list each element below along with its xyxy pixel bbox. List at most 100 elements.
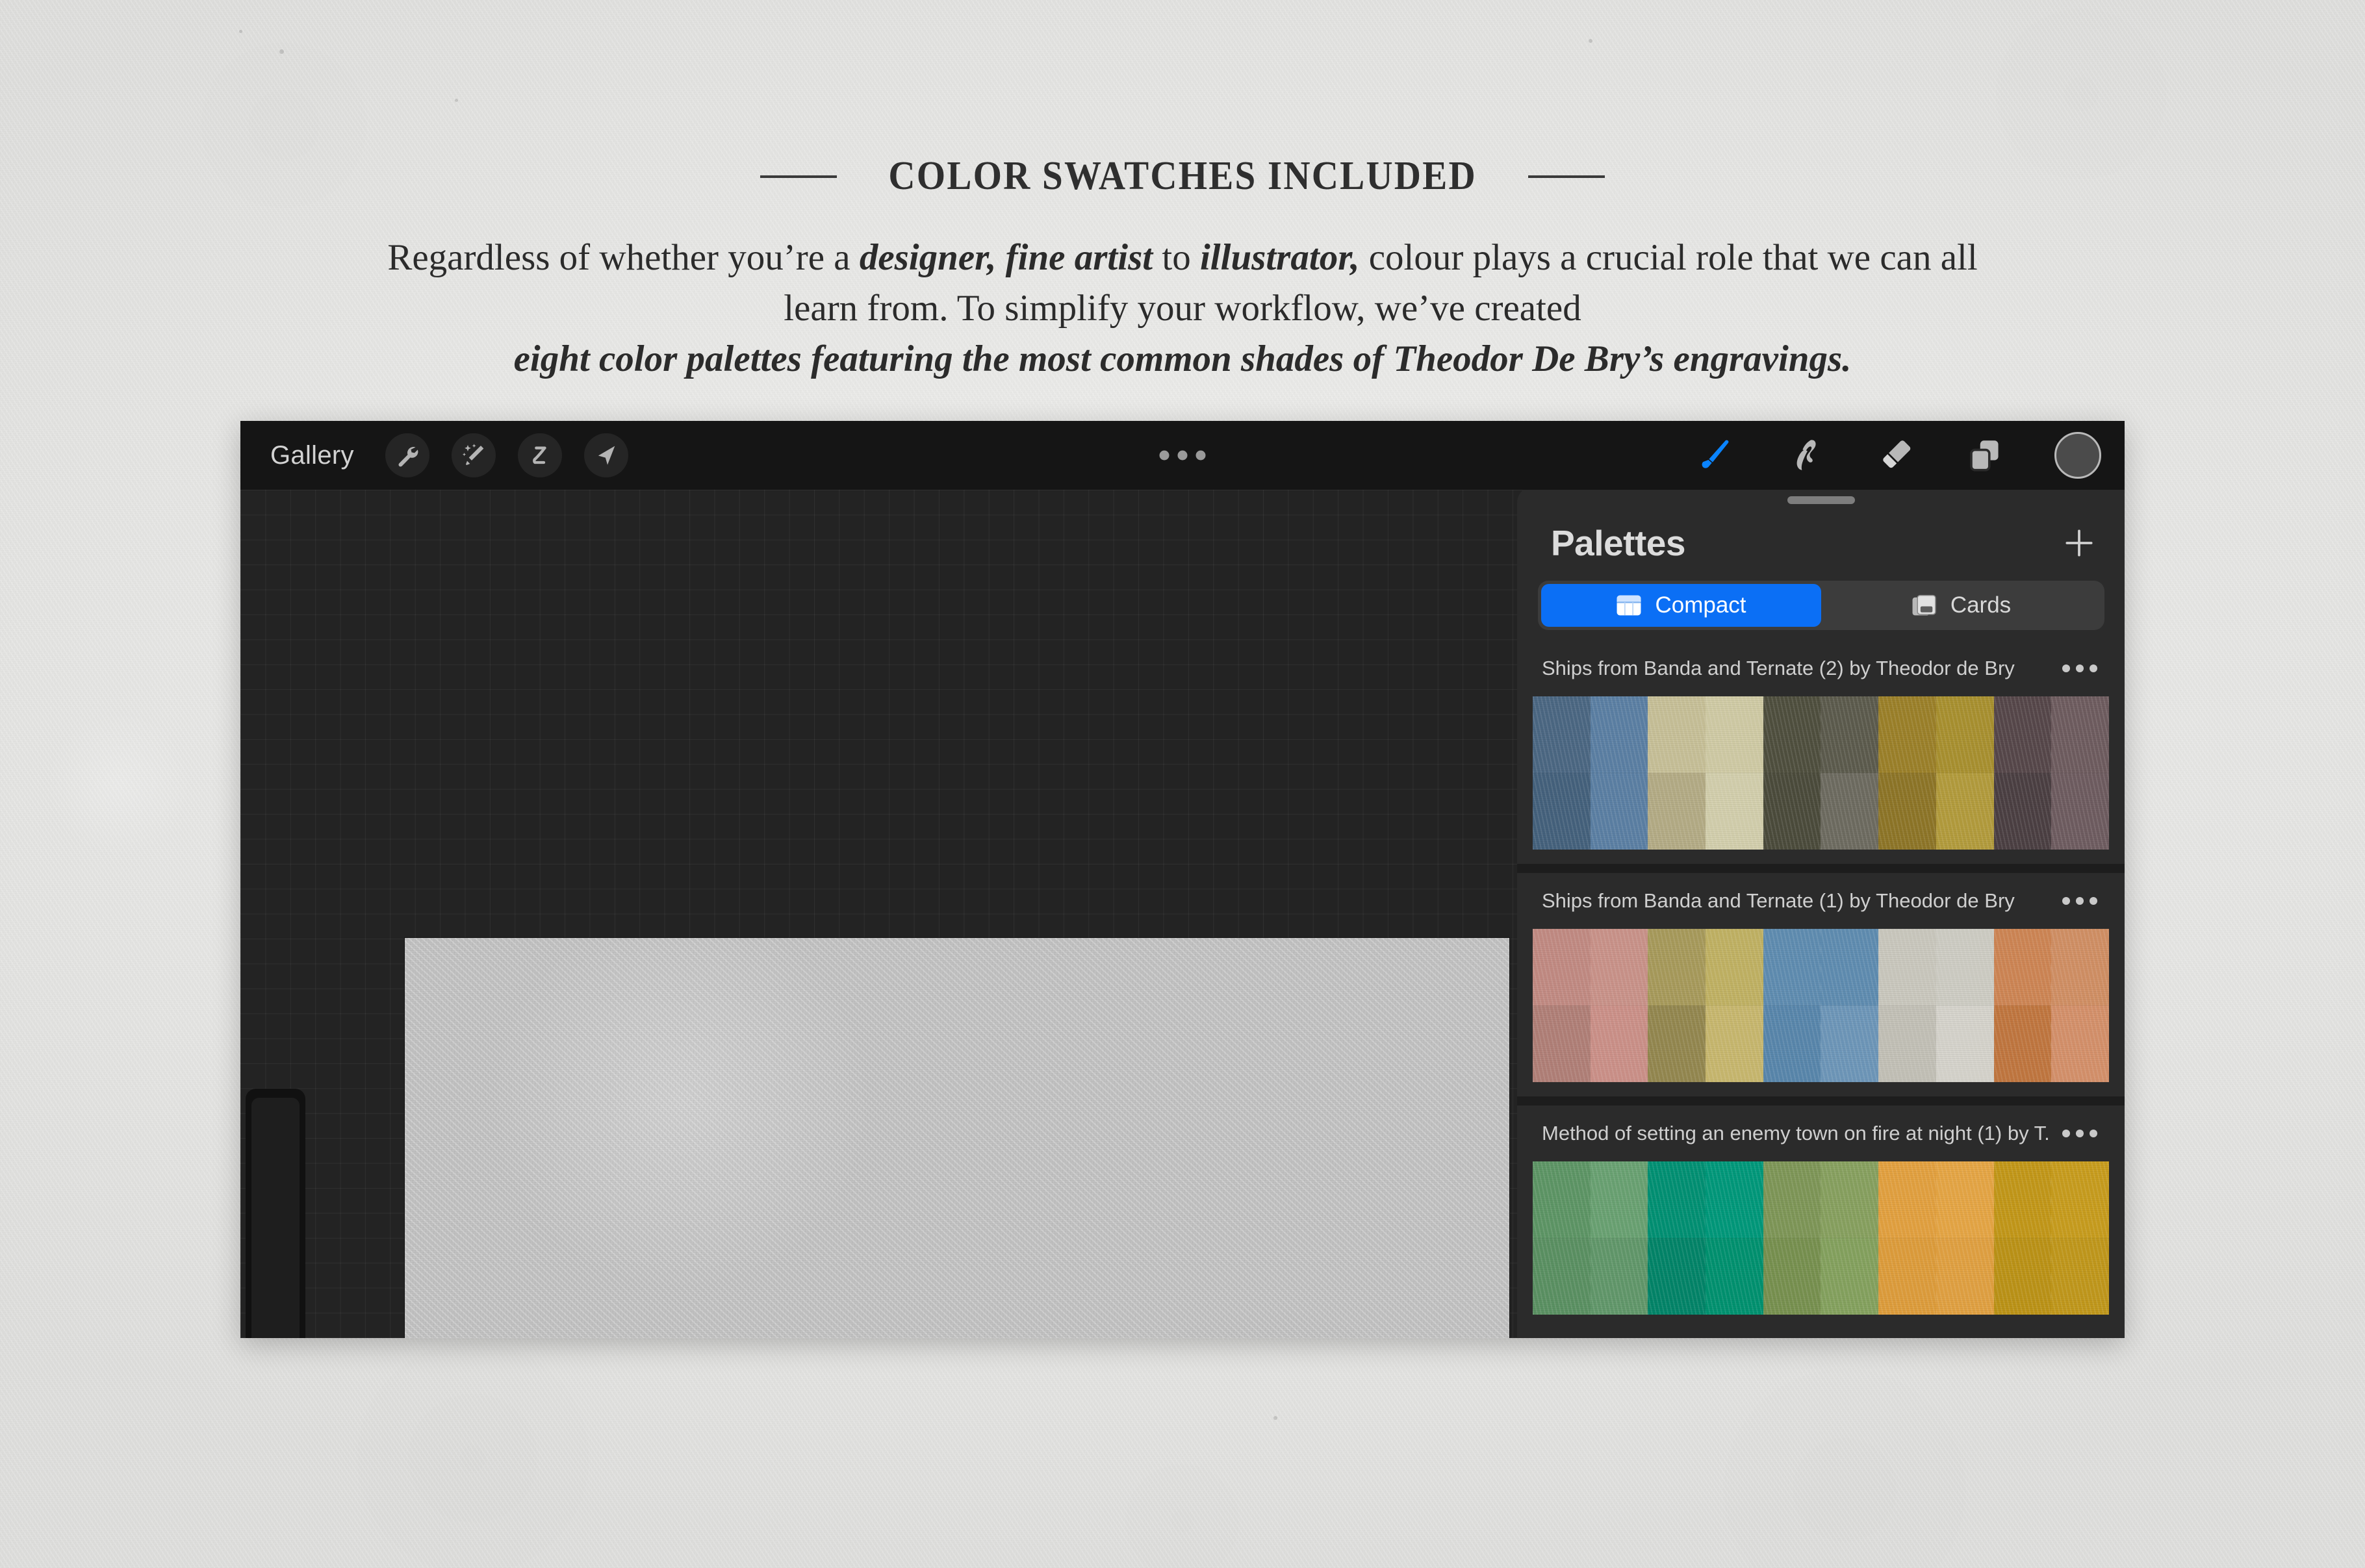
color-swatch[interactable] [1936,1005,1994,1082]
color-swatch[interactable] [2051,1005,2109,1082]
color-swatch[interactable] [1821,773,1878,850]
color-swatch[interactable] [1936,929,1994,1005]
color-swatch[interactable] [1533,929,1591,1005]
menu-dot [2076,1130,2084,1137]
color-swatch[interactable] [1591,1238,1648,1315]
color-swatch[interactable] [1706,1005,1763,1082]
color-swatch[interactable] [1878,1161,1936,1238]
color-swatch[interactable] [1994,929,2052,1005]
color-swatch[interactable] [1878,696,1936,773]
palette-block[interactable]: Ships from Banda and Ternate (1) by Theo… [1517,873,2125,1082]
layers-icon[interactable] [1965,435,2005,475]
color-swatch[interactable] [1994,1161,2052,1238]
color-swatch[interactable] [1763,929,1821,1005]
color-swatch[interactable] [1648,929,1706,1005]
color-swatch[interactable] [1936,773,1994,850]
color-swatch[interactable] [1648,1161,1706,1238]
color-swatch[interactable] [1994,1238,2052,1315]
add-palette-plus-icon[interactable] [2061,525,2097,561]
color-swatch[interactable] [1648,1238,1706,1315]
color-swatch[interactable] [1648,1005,1706,1082]
menu-dot [1178,451,1188,461]
more-options-icon[interactable] [1160,451,1206,461]
cards-view-icon [1911,594,1937,617]
eraser-icon[interactable] [1875,435,1915,475]
color-swatch[interactable] [1591,773,1648,850]
color-swatch[interactable] [1706,1161,1763,1238]
color-swatch[interactable] [1878,929,1936,1005]
color-swatch[interactable] [2051,773,2109,850]
brush-sidebar [246,1089,305,1338]
menu-dot [2062,1130,2070,1137]
color-swatch[interactable] [1821,1161,1878,1238]
color-swatch[interactable] [1821,1238,1878,1315]
color-swatch[interactable] [2051,1161,2109,1238]
intro-paragraph: Regardless of whether you’re a designer,… [383,233,1982,385]
color-swatch[interactable] [1994,773,2052,850]
color-swatch[interactable] [1994,1005,2052,1082]
palette-header: Ships from Banda and Ternate (2) by Theo… [1517,640,2125,696]
palette-options-icon[interactable] [2062,664,2097,672]
color-swatch[interactable] [1763,1238,1821,1315]
color-swatch[interactable] [1706,1238,1763,1315]
page-title: COLOR SWATCHES INCLUDED [888,153,1476,199]
panel-drag-handle[interactable] [1787,496,1855,504]
color-swatch[interactable] [1533,1005,1591,1082]
brush-size-slider[interactable] [251,1098,300,1338]
color-swatch[interactable] [1533,1238,1591,1315]
tab-compact[interactable]: Compact [1541,584,1821,627]
palette-separator [1517,1096,2125,1106]
palette-block[interactable]: Ships from Banda and Ternate (2) by Theo… [1517,640,2125,850]
color-swatch[interactable] [2051,929,2109,1005]
color-swatch[interactable] [1821,929,1878,1005]
menu-dot [2090,1130,2097,1137]
color-swatch[interactable] [2051,696,2109,773]
color-swatch[interactable] [1706,773,1763,850]
color-swatch[interactable] [1763,1161,1821,1238]
color-swatch[interactable] [1936,1161,1994,1238]
artwork-canvas[interactable] [405,938,1509,1338]
color-swatch[interactable] [1878,1005,1936,1082]
color-swatch[interactable] [1591,1005,1648,1082]
gallery-button[interactable]: Gallery [261,441,363,470]
adjustments-magic-wand-icon[interactable] [452,433,496,477]
color-swatch[interactable] [1533,696,1591,773]
color-swatch[interactable] [1591,929,1648,1005]
color-swatch[interactable] [1706,929,1763,1005]
color-swatch[interactable] [1821,696,1878,773]
transform-arrow-icon[interactable] [584,433,628,477]
tab-compact-label: Compact [1655,592,1746,618]
paint-brush-icon[interactable] [1696,435,1736,475]
color-swatch[interactable] [1706,696,1763,773]
palette-block[interactable]: Method of setting an enemy town on fire … [1517,1106,2125,1315]
selection-s-curve-icon[interactable] [518,433,562,477]
smudge-icon[interactable] [1785,435,1826,475]
color-swatch[interactable] [1763,1005,1821,1082]
palette-list[interactable]: Ships from Banda and Ternate (2) by Theo… [1517,640,2125,1338]
color-swatch[interactable] [1878,773,1936,850]
color-swatch[interactable] [2051,1238,2109,1315]
color-swatch[interactable] [1936,696,1994,773]
color-swatch[interactable] [1763,773,1821,850]
color-swatch[interactable] [1648,696,1706,773]
color-swatch[interactable] [1533,773,1591,850]
tab-cards[interactable]: Cards [1821,584,2101,627]
color-swatch[interactable] [1648,773,1706,850]
color-swatch[interactable] [1821,1005,1878,1082]
color-swatch[interactable] [1878,1238,1936,1315]
color-swatch[interactable] [1591,1161,1648,1238]
palette-name: Ships from Banda and Ternate (1) by Theo… [1542,889,2015,913]
palette-options-icon[interactable] [2062,1130,2097,1137]
actions-wrench-icon[interactable] [385,433,429,477]
color-swatch[interactable] [1591,696,1648,773]
palette-options-icon[interactable] [2062,897,2097,905]
color-swatch[interactable] [1936,1238,1994,1315]
color-swatch-button[interactable] [2054,432,2101,479]
tab-cards-label: Cards [1950,592,2011,618]
color-swatch[interactable] [1533,1161,1591,1238]
color-swatch[interactable] [1994,696,2052,773]
toolbar-left-group: Gallery [261,421,628,490]
procreate-app-window: Palettes Compact [240,421,2125,1338]
palette-view-segmented-control[interactable]: Compact Cards [1538,581,2104,630]
color-swatch[interactable] [1763,696,1821,773]
